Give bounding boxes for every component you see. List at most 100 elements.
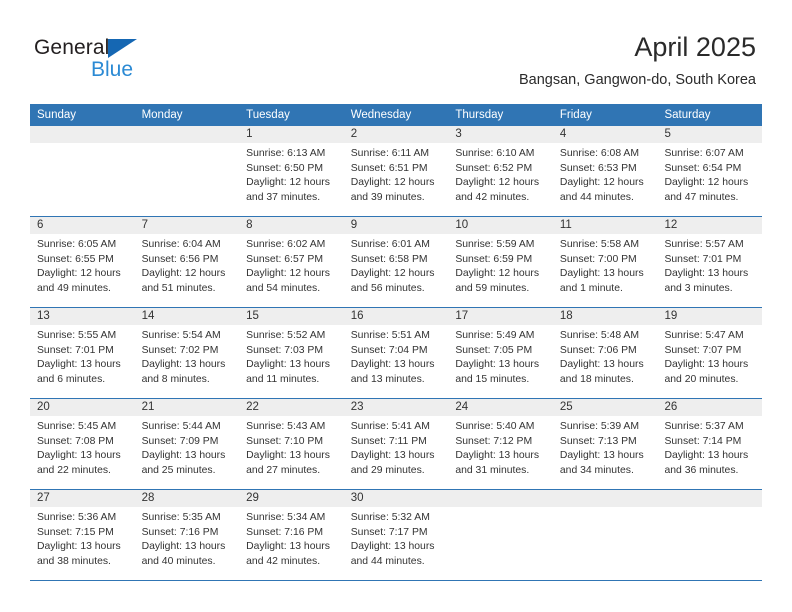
sunrise-text: Sunrise: 5:41 AM [350, 421, 430, 432]
day-cell[interactable]: 11 Sunrise: 5:58 AM Sunset: 7:00 PM Dayligh… [552, 217, 658, 307]
daylight-text-line1: Daylight: 13 hours [559, 359, 644, 371]
sunset-text: Sunset: 7:05 PM [455, 344, 533, 356]
day-cell[interactable]: 17 Sunrise: 5:49 AM Sunset: 7:05 PM Dayligh… [448, 308, 553, 398]
sunset-text: Sunset: 7:13 PM [559, 435, 637, 447]
daylight-text-line2: and 34 minutes. [559, 464, 634, 476]
day-number-band: 19 [657, 308, 763, 325]
day-number: 3 [455, 128, 462, 140]
day-details: Sunrise: 5:32 AM Sunset: 7:17 PM Daylight:… [344, 507, 449, 569]
day-number-band [657, 490, 763, 507]
day-details: Sunrise: 5:36 AM Sunset: 7:15 PM Daylight:… [30, 507, 135, 569]
day-cell[interactable]: 14 Sunrise: 5:54 AM Sunset: 7:02 PM Dayligh… [134, 308, 240, 398]
daylight-text-line1: Daylight: 12 hours [559, 177, 644, 189]
sunset-text: Sunset: 7:03 PM [246, 344, 323, 356]
day-details: Sunrise: 5:34 AM Sunset: 7:16 PM Daylight:… [239, 507, 344, 569]
day-number: 6 [37, 219, 44, 231]
sunrise-text: Sunrise: 5:59 AM [455, 239, 535, 250]
sunrise-text: Sunrise: 5:52 AM [246, 330, 326, 341]
day-cell[interactable]: 12 Sunrise: 5:57 AM Sunset: 7:01 PM Dayligh… [657, 217, 763, 307]
day-number-band: 29 [239, 490, 344, 507]
day-number-band: 22 [239, 399, 344, 416]
day-cell[interactable]: 29 Sunrise: 5:34 AM Sunset: 7:16 PM Dayligh… [239, 490, 344, 580]
triangle-icon [108, 39, 137, 58]
daylight-text-line1: Daylight: 13 hours [141, 450, 226, 462]
daylight-text-line2: and 40 minutes. [141, 555, 216, 567]
day-cell[interactable]: 26 Sunrise: 5:37 AM Sunset: 7:14 PM Dayligh… [657, 399, 763, 489]
day-number: 22 [246, 401, 259, 413]
daylight-text-line2: and 8 minutes. [141, 373, 210, 385]
day-cell[interactable]: 9 Sunrise: 6:01 AM Sunset: 6:58 PM Daylight… [343, 217, 449, 307]
sunset-text: Sunset: 6:50 PM [246, 162, 323, 174]
day-cell[interactable]: 8 Sunrise: 6:02 AM Sunset: 6:57 PM Daylight… [239, 217, 344, 307]
daylight-text-line1: Daylight: 12 hours [664, 177, 749, 189]
day-number: 12 [664, 219, 678, 231]
page-subtitle: Bangsan, Gangwon-do, South Korea [519, 72, 756, 88]
daylight-text-line2: and 29 minutes. [350, 464, 425, 476]
sunrise-text: Sunrise: 5:34 AM [246, 512, 326, 523]
day-cell[interactable]: 10 Sunrise: 5:59 AM Sunset: 6:59 PM Dayligh… [448, 217, 553, 307]
day-number: 2 [350, 128, 358, 140]
day-number-band: 7 [134, 217, 240, 234]
day-cell[interactable]: 21 Sunrise: 5:44 AM Sunset: 7:09 PM Dayligh… [134, 399, 240, 489]
day-number-band: 27 [30, 490, 135, 507]
day-cell[interactable]: 24 Sunrise: 5:40 AM Sunset: 7:12 PM Dayligh… [448, 399, 553, 489]
general-blue-logo[interactable]: General Blue [34, 36, 164, 84]
day-number-band: 5 [657, 126, 763, 143]
day-number: 11 [559, 219, 572, 231]
day-details: Sunrise: 5:45 AM Sunset: 7:08 PM Daylight:… [30, 416, 135, 478]
day-cell-empty [448, 490, 553, 580]
day-cell[interactable]: 7 Sunrise: 6:04 AM Sunset: 6:56 PM Daylight… [134, 217, 240, 307]
day-cell[interactable]: 27 Sunrise: 5:36 AM Sunset: 7:15 PM Dayligh… [30, 490, 135, 580]
sunrise-text: Sunrise: 5:51 AM [350, 330, 430, 341]
daylight-text-line2: and 37 minutes. [246, 191, 321, 203]
day-cell[interactable]: 18 Sunrise: 5:48 AM Sunset: 7:06 PM Dayligh… [552, 308, 658, 398]
day-cell[interactable]: 30 Sunrise: 5:32 AM Sunset: 7:17 PM Dayligh… [343, 490, 449, 580]
day-number-band: 24 [448, 399, 553, 416]
day-cell[interactable]: 16 Sunrise: 5:51 AM Sunset: 7:04 PM Dayligh… [343, 308, 449, 398]
daylight-text-line1: Daylight: 12 hours [350, 268, 435, 280]
sunrise-text: Sunrise: 5:39 AM [559, 421, 640, 432]
day-cell[interactable]: 28 Sunrise: 5:35 AM Sunset: 7:16 PM Dayligh… [134, 490, 240, 580]
day-number: 23 [350, 401, 364, 413]
sunset-text: Sunset: 6:55 PM [37, 253, 114, 265]
daylight-text-line1: Daylight: 13 hours [246, 359, 330, 371]
sunset-text: Sunset: 6:58 PM [350, 253, 428, 265]
day-cell-empty [657, 490, 763, 580]
sunset-text: Sunset: 6:56 PM [141, 253, 219, 265]
day-cell[interactable]: 5 Sunrise: 6:07 AM Sunset: 6:54 PM Daylight… [657, 126, 763, 216]
sunset-text: Sunset: 6:51 PM [350, 162, 428, 174]
day-number: 10 [455, 219, 469, 231]
day-cell[interactable]: 20 Sunrise: 5:45 AM Sunset: 7:08 PM Dayligh… [30, 399, 135, 489]
sunset-text: Sunset: 7:06 PM [559, 344, 637, 356]
day-number: 30 [350, 492, 364, 504]
day-details: Sunrise: 6:08 AM Sunset: 6:53 PM Daylight:… [553, 143, 658, 205]
day-cell[interactable]: 4 Sunrise: 6:08 AM Sunset: 6:53 PM Daylight… [552, 126, 658, 216]
day-cell[interactable]: 19 Sunrise: 5:47 AM Sunset: 7:07 PM Dayligh… [657, 308, 763, 398]
day-number-band: 11 [552, 217, 658, 234]
day-number-band: 10 [448, 217, 553, 234]
sunset-text: Sunset: 6:52 PM [455, 162, 533, 174]
day-cell[interactable]: 25 Sunrise: 5:39 AM Sunset: 7:13 PM Dayligh… [552, 399, 658, 489]
day-cell[interactable]: 13 Sunrise: 5:55 AM Sunset: 7:01 PM Dayligh… [30, 308, 135, 398]
daylight-text-line1: Daylight: 13 hours [350, 541, 435, 553]
daylight-text-line1: Daylight: 13 hours [350, 450, 435, 462]
day-number-band: 2 [343, 126, 449, 143]
daylight-text-line2: and 59 minutes. [455, 282, 530, 294]
day-details: Sunrise: 5:51 AM Sunset: 7:04 PM Daylight:… [344, 325, 449, 387]
day-cell[interactable]: 6 Sunrise: 6:05 AM Sunset: 6:55 PM Daylight… [30, 217, 135, 307]
day-number: 8 [246, 219, 253, 231]
day-cell[interactable]: 15 Sunrise: 5:52 AM Sunset: 7:03 PM Dayligh… [239, 308, 344, 398]
day-cell[interactable]: 1 Sunrise: 6:13 AM Sunset: 6:50 PM Daylight… [239, 126, 344, 216]
weekday-header-thursday: Thursday [455, 109, 504, 121]
day-number-band [30, 126, 135, 143]
day-cell[interactable]: 3 Sunrise: 6:10 AM Sunset: 6:52 PM Daylight… [448, 126, 553, 216]
day-cell[interactable]: 23 Sunrise: 5:41 AM Sunset: 7:11 PM Dayligh… [343, 399, 449, 489]
sunrise-text: Sunrise: 5:43 AM [246, 421, 326, 432]
daylight-text-line2: and 56 minutes. [350, 282, 425, 294]
sunrise-text: Sunrise: 5:47 AM [664, 330, 744, 341]
day-cell[interactable]: 22 Sunrise: 5:43 AM Sunset: 7:10 PM Dayligh… [239, 399, 344, 489]
day-cell[interactable]: 2 Sunrise: 6:11 AM Sunset: 6:51 PM Daylight… [343, 126, 449, 216]
daylight-text-line1: Daylight: 12 hours [455, 177, 540, 189]
daylight-text-line2: and 31 minutes. [455, 464, 530, 476]
daylight-text-line1: Daylight: 13 hours [141, 541, 226, 553]
